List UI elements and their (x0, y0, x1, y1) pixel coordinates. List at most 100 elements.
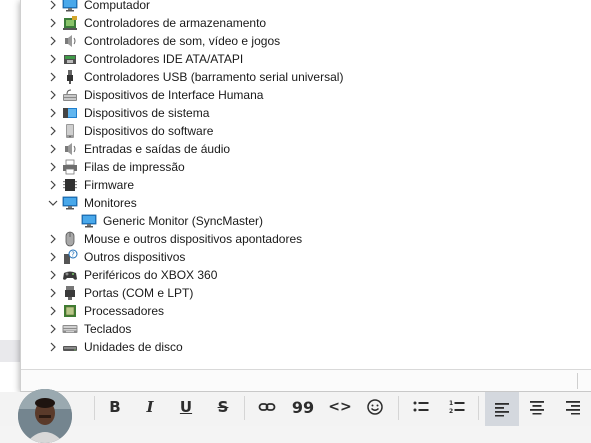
software-device-icon (66, 124, 74, 138)
speaker-icon (65, 35, 76, 47)
emoji-button[interactable] (359, 392, 391, 422)
tree-item-label: Controladores de som, vídeo e jogos (84, 34, 281, 48)
tree-item-label: Periféricos do XBOX 360 (84, 268, 218, 282)
tree-item-computador[interactable]: Computador (21, 0, 591, 14)
firmware-icon (63, 179, 77, 191)
quote-icon: 99 (291, 397, 315, 417)
chevron-right-icon[interactable] (45, 123, 61, 139)
chevron-right-icon[interactable] (45, 33, 61, 49)
numbered-list-button[interactable]: 1 2 (441, 392, 473, 422)
quote-button[interactable]: 99 (287, 392, 319, 422)
background-app-edge (0, 0, 20, 426)
toolbar-separator (398, 396, 399, 420)
monitor-icon (81, 214, 97, 228)
tree-item-label: Unidades de disco (84, 340, 183, 354)
chevron-right-icon[interactable] (45, 321, 61, 337)
chevron-right-icon[interactable] (45, 141, 61, 157)
avatar[interactable] (18, 389, 72, 443)
underline-button[interactable]: U (170, 392, 202, 422)
tree-item-processadores[interactable]: Processadores (21, 302, 591, 320)
italic-icon: I (146, 398, 154, 416)
bullet-list-button[interactable] (405, 392, 437, 422)
bold-button[interactable]: B (99, 392, 131, 422)
tree-item-dispositivos-software[interactable]: Dispositivos do software (21, 122, 591, 140)
tree-item-monitores[interactable]: Monitores (21, 194, 591, 212)
tree-item-label: Mouse e outros dispositivos apontadores (84, 232, 303, 246)
tree-item-portas[interactable]: Portas (COM e LPT) (21, 284, 591, 302)
tree-item-label: Computador (84, 0, 151, 12)
link-button[interactable] (251, 392, 283, 422)
gamepad-icon (63, 271, 77, 280)
align-center-button[interactable] (521, 392, 553, 422)
tree-item-controladores-ide[interactable]: Controladores IDE ATA/ATAPI (21, 50, 591, 68)
audio-io-icon (65, 143, 76, 155)
chevron-down-icon[interactable] (45, 195, 61, 211)
underline-icon: U (179, 398, 193, 416)
tree-item-outros-dispositivos[interactable]: ? Outros dispositivos (21, 248, 591, 266)
tree-item-controladores-som[interactable]: Controladores de som, vídeo e jogos (21, 32, 591, 50)
mouse-icon (65, 231, 75, 247)
chevron-right-icon[interactable] (45, 267, 61, 283)
computer-icon (62, 0, 78, 12)
chevron-right-icon[interactable] (45, 105, 61, 121)
chevron-right-icon[interactable] (45, 159, 61, 175)
tree-item-dispositivos-interface-humana[interactable]: Dispositivos de Interface Humana (21, 86, 591, 104)
tree-item-controladores-armazenamento[interactable]: Controladores de armazenamento (21, 14, 591, 32)
tree-item-label: Filas de impressão (84, 160, 185, 174)
disk-drive-icon (63, 346, 77, 351)
keyboard-icon (62, 325, 78, 333)
tree-item-controladores-usb[interactable]: Controladores USB (barramento serial uni… (21, 68, 591, 86)
chevron-right-icon[interactable] (45, 303, 61, 319)
status-divider (577, 373, 578, 389)
tree-item-firmware[interactable]: Firmware (21, 176, 591, 194)
chevron-right-icon[interactable] (45, 249, 61, 265)
tree-item-label: Controladores IDE ATA/ATAPI (84, 52, 244, 66)
align-right-button[interactable] (557, 392, 589, 422)
tree-item-label: Dispositivos de Interface Humana (84, 88, 264, 102)
status-bar (21, 369, 591, 391)
tree-item-filas-impressao[interactable]: Filas de impressão (21, 158, 591, 176)
chevron-right-icon[interactable] (45, 69, 61, 85)
device-manager-window: Computador Controladores de armazenament… (20, 0, 591, 392)
align-left-button[interactable] (485, 392, 519, 426)
bold-icon: B (109, 398, 121, 416)
tree-item-teclados[interactable]: Teclados (21, 320, 591, 338)
toolbar-separator (478, 396, 479, 420)
chevron-right-icon[interactable] (45, 0, 61, 13)
system-device-icon (63, 108, 77, 118)
chevron-right-icon[interactable] (45, 285, 61, 301)
printer-icon (63, 159, 77, 175)
tree-item-mouse[interactable]: Mouse e outros dispositivos apontadores (21, 230, 591, 248)
svg-text:2: 2 (449, 408, 453, 415)
chevron-right-icon[interactable] (45, 87, 61, 103)
tree-item-label: Dispositivos do software (84, 124, 214, 138)
align-center-icon (530, 401, 544, 415)
tree-item-label: Controladores USB (barramento serial uni… (84, 70, 344, 84)
chevron-right-icon[interactable] (45, 177, 61, 193)
align-left-icon (495, 403, 509, 417)
chevron-right-icon[interactable] (45, 339, 61, 355)
storage-controller-icon (63, 16, 77, 30)
tree-item-label: Entradas e saídas de áudio (84, 142, 231, 156)
tree-item-unidades-disco[interactable]: Unidades de disco (21, 338, 591, 356)
chevron-right-icon[interactable] (45, 15, 61, 31)
tree-item-generic-monitor[interactable]: Generic Monitor (SyncMaster) (21, 212, 591, 230)
monitor-icon (62, 196, 78, 210)
chevron-right-icon[interactable] (45, 231, 61, 247)
tree-item-dispositivos-sistema[interactable]: Dispositivos de sistema (21, 104, 591, 122)
tree-item-label: Portas (COM e LPT) (84, 286, 194, 300)
chevron-right-icon[interactable] (45, 51, 61, 67)
tree-item-label: Outros dispositivos (84, 250, 186, 264)
code-button[interactable]: <> (324, 392, 356, 422)
strikethrough-button[interactable]: S (207, 392, 239, 422)
tree-item-label: Processadores (84, 304, 165, 318)
emoji-icon (367, 399, 383, 415)
tree-item-entradas-saidas-audio[interactable]: Entradas e saídas de áudio (21, 140, 591, 158)
toolbar-separator (244, 396, 245, 420)
svg-text:1: 1 (449, 400, 453, 407)
tree-item-label: Controladores de armazenamento (84, 16, 267, 30)
tree-item-perifericos-xbox[interactable]: Periféricos do XBOX 360 (21, 266, 591, 284)
svg-text:?: ? (71, 251, 75, 259)
port-icon (65, 286, 75, 300)
italic-button[interactable]: I (134, 392, 166, 422)
